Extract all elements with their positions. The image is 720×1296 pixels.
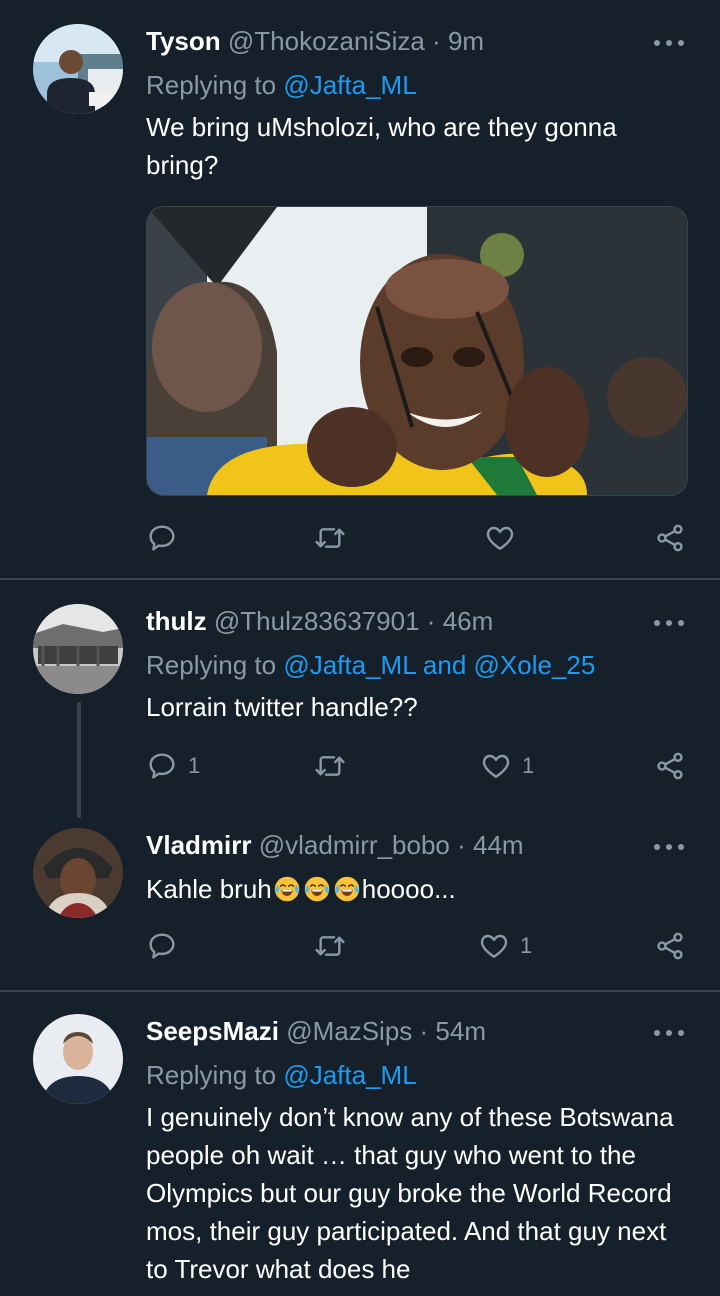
share-icon [654,750,686,782]
separator: · [426,606,436,636]
user-handle[interactable]: @MazSips [286,1016,412,1046]
tweet-text-end: hoooo... [361,874,456,904]
like-count: 1 [520,933,533,958]
reply-button[interactable] [146,930,188,962]
mention-link[interactable]: @Jafta_ML [283,70,416,100]
user-handle[interactable]: @vladmirr_bobo [259,830,450,860]
tweet-text-start: Kahle bruh [146,874,272,904]
tears-of-joy-emoji-icon [273,875,301,903]
replying-to-label: Replying to [146,1060,284,1090]
retweet-button[interactable] [314,522,356,554]
retweet-button[interactable] [314,750,356,782]
tweet-header: SeepsMazi @MazSips · 54m [146,1014,486,1048]
display-name[interactable]: thulz [146,606,207,636]
tweet[interactable]: SeepsMazi @MazSips · 54m Replying to @Ja… [0,992,720,1296]
share-button[interactable] [654,750,686,782]
timestamp[interactable]: 44m [473,830,524,860]
avatar[interactable] [33,1014,123,1104]
like-count: 1 [522,753,535,778]
tweet-header: Tyson @ThokozaniSiza · 9m [146,24,484,58]
replying-to: Replying to @Jafta_ML [146,68,417,102]
tweet[interactable]: thulz @Thulz83637901 · 46m Replying to @… [0,580,720,808]
tweet-text: I genuinely don’t know any of these Bots… [146,1102,674,1284]
user-handle[interactable]: @ThokozaniSiza [228,26,425,56]
share-icon [654,522,686,554]
tweet-text: Lorrain twitter handle?? [146,692,418,722]
more-options-icon[interactable] [654,842,684,852]
heart-icon [484,522,516,554]
comment-icon [146,522,178,554]
timestamp[interactable]: 9m [448,26,484,56]
avatar[interactable] [33,604,123,694]
more-options-icon[interactable] [654,1028,684,1038]
thread-line [77,702,81,818]
user-handle[interactable]: @Thulz83637901 [214,606,420,636]
share-icon [654,930,686,962]
avatar[interactable] [33,828,123,918]
separator: · [457,830,466,860]
tweet-actions: 1 1 [146,750,691,786]
timestamp[interactable]: 54m [435,1016,486,1046]
separator: · [432,26,441,56]
mention-link[interactable]: @Jafta_ML [283,1060,416,1090]
tweet-header: thulz @Thulz83637901 · 46m [146,604,493,638]
display-name[interactable]: Vladmirr [146,830,252,860]
replying-to-label: Replying to [146,650,284,680]
retweet-button[interactable] [314,930,356,962]
more-options-icon[interactable] [654,618,684,628]
comment-icon [146,750,178,782]
avatar[interactable] [33,24,123,114]
replying-to-label: Replying to [146,70,284,100]
like-button[interactable] [484,522,526,554]
tweet-text: Kahle bruh hoooo... [146,870,691,908]
reply-button[interactable] [146,522,188,554]
share-button[interactable] [654,930,686,962]
display-name[interactable]: SeepsMazi [146,1016,279,1046]
like-button[interactable]: 1 [480,750,534,782]
display-name[interactable]: Tyson [146,26,221,56]
tweet-actions: 1 [146,930,691,966]
share-button[interactable] [654,522,686,554]
separator: · [419,1016,429,1046]
retweet-icon [314,522,346,554]
timestamp[interactable]: 46m [443,606,494,636]
replying-to: Replying to @Jafta_ML and @Xole_25 [146,648,595,682]
tears-of-joy-emoji-icon [333,875,361,903]
heart-icon [480,750,512,782]
tweet-image[interactable] [146,206,688,496]
replying-to: Replying to @Jafta_ML [146,1058,417,1092]
more-options-icon[interactable] [654,38,684,48]
tweet-text: We bring uMsholozi, who are they gonna b… [146,112,617,180]
tears-of-joy-emoji-icon [303,875,331,903]
heart-icon [478,930,510,962]
comment-icon [146,930,178,962]
mention-link[interactable]: @Jafta_ML and @Xole_25 [283,650,595,680]
like-button[interactable]: 1 [478,930,532,962]
retweet-icon [314,750,346,782]
tweet-actions [146,522,691,558]
tweet[interactable]: Vladmirr @vladmirr_bobo · 44m Kahle bruh… [0,806,720,990]
retweet-icon [314,930,346,962]
tweet[interactable]: Tyson @ThokozaniSiza · 9m Replying to @J… [0,0,720,578]
reply-count: 1 [188,753,201,778]
tweet-header: Vladmirr @vladmirr_bobo · 44m [146,828,524,862]
reply-button[interactable]: 1 [146,750,200,782]
